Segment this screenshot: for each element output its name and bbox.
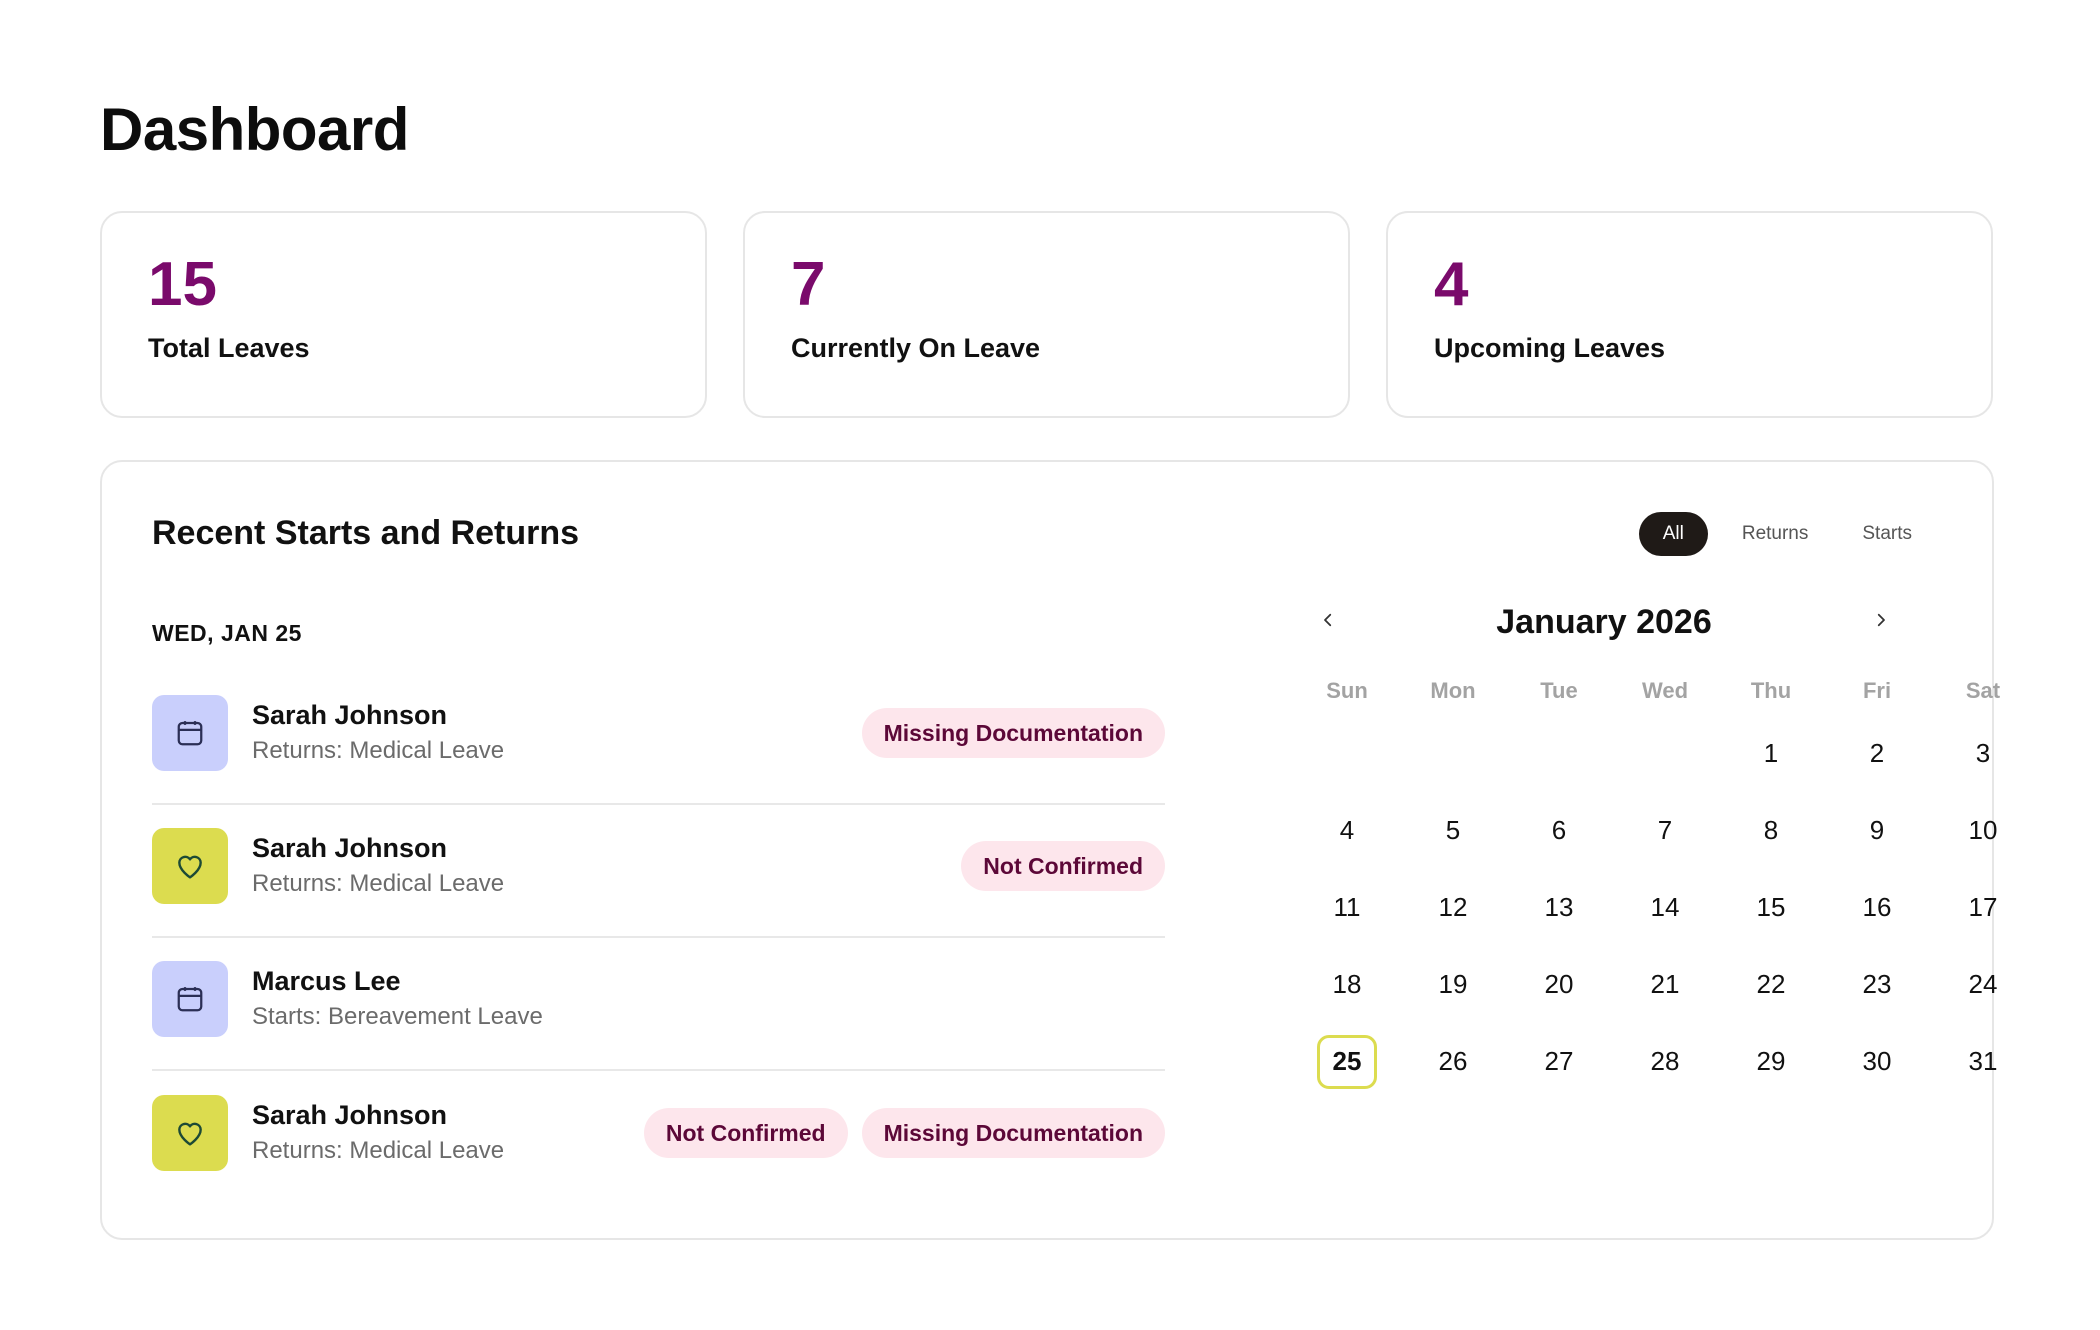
calendar-day[interactable]: 22 — [1718, 946, 1824, 1023]
calendar-day[interactable]: 28 — [1612, 1023, 1718, 1100]
calendar-day[interactable]: 8 — [1718, 792, 1824, 869]
calendar-day[interactable]: 9 — [1824, 792, 1930, 869]
badge-group: Not Confirmed — [961, 840, 1165, 891]
calendar-day[interactable]: 16 — [1824, 869, 1930, 946]
calendar-day[interactable]: 5 — [1400, 792, 1506, 869]
calendar-day[interactable]: 23 — [1824, 946, 1930, 1023]
calendar-day[interactable]: 2 — [1824, 715, 1930, 792]
calendar-blank — [1400, 715, 1506, 792]
badge-group: Not Confirmed Missing Documentation — [643, 1107, 1165, 1158]
weekday-label: Mon — [1430, 678, 1476, 703]
stat-label: Total Leaves — [148, 333, 310, 363]
panel-title: Recent Starts and Returns — [152, 514, 579, 552]
list-item[interactable]: Sarah Johnson Returns: Medical Leave Mis… — [152, 672, 1165, 805]
badge-group: Missing Documentation — [861, 707, 1165, 758]
list-item[interactable]: Sarah Johnson Returns: Medical Leave Not… — [152, 805, 1165, 938]
status-badge: Missing Documentation — [861, 707, 1165, 758]
weekday-label: Fri — [1862, 678, 1892, 703]
page-title: Dashboard — [100, 96, 409, 163]
calendar-day[interactable]: 6 — [1506, 792, 1612, 869]
weekday-label: Wed — [1641, 678, 1689, 703]
weekday-label: Sun — [1326, 678, 1368, 703]
calendar-blank — [1294, 715, 1400, 792]
heart-icon — [152, 827, 228, 904]
calendar-day[interactable]: 26 — [1400, 1023, 1506, 1100]
status-badge: Not Confirmed — [643, 1107, 848, 1158]
employee-name: Sarah Johnson — [252, 832, 448, 863]
calendar-month-title: January 2026 — [1496, 603, 1712, 641]
recent-starts-returns-panel: Recent Starts and Returns All Returns St… — [100, 460, 2000, 1240]
calendar-day[interactable]: 13 — [1506, 869, 1612, 946]
filter-returns[interactable]: Returns — [1722, 512, 1829, 556]
calendar-day[interactable]: 11 — [1294, 869, 1400, 946]
employee-name: Sarah Johnson — [252, 699, 448, 730]
stat-card-currently-on-leave: 7 Currently On Leave — [743, 211, 1350, 418]
stat-card-upcoming-leaves: 4 Upcoming Leaves — [1386, 211, 1993, 418]
calendar-icon — [152, 960, 228, 1037]
calendar-day[interactable]: 19 — [1400, 946, 1506, 1023]
calendar-day[interactable]: 29 — [1718, 1023, 1824, 1100]
weekday-label: Sat — [1965, 678, 2001, 703]
employee-name: Sarah Johnson — [252, 1099, 448, 1130]
calendar-day[interactable]: 20 — [1506, 946, 1612, 1023]
leave-list: Sarah Johnson Returns: Medical Leave Mis… — [152, 672, 1165, 1204]
stat-card-total-leaves: 15 Total Leaves — [100, 211, 707, 418]
calendar-blank — [1506, 715, 1612, 792]
date-heading: WED, JAN 25 — [152, 620, 302, 646]
calendar-day[interactable]: 30 — [1824, 1023, 1930, 1100]
filter-starts[interactable]: Starts — [1842, 512, 1932, 556]
status-badge: Not Confirmed — [961, 840, 1165, 891]
filter-tabs: All Returns Starts — [1638, 512, 1932, 556]
calendar-blank — [1612, 715, 1718, 792]
filter-all[interactable]: All — [1638, 512, 1708, 556]
calendar-day[interactable]: 17 — [1930, 869, 2036, 946]
calendar: January 2026 Sun Mon Tue Wed Thu Fri Sat 1 2 3 4 5 6… — [1264, 587, 2000, 1100]
list-item[interactable]: Sarah Johnson Returns: Medical Leave Not… — [152, 1071, 1165, 1204]
calendar-day[interactable]: 1 — [1718, 715, 1824, 792]
list-item[interactable]: Marcus Lee Starts: Bereavement Leave — [152, 938, 1165, 1071]
employee-name: Marcus Lee — [252, 965, 401, 996]
calendar-grid: Sun Mon Tue Wed Thu Fri Sat 1 2 3 4 5 6 7 8 9 10 11 12 13 14… — [1294, 667, 2000, 1100]
calendar-day[interactable]: 3 — [1930, 715, 2036, 792]
leave-type: Returns: Medical Leave — [252, 869, 505, 897]
calendar-icon — [152, 694, 228, 771]
heart-icon — [152, 1094, 228, 1171]
calendar-day-selected[interactable]: 25 — [1294, 1023, 1400, 1100]
leave-type: Returns: Medical Leave — [252, 736, 505, 764]
stats-row: 15 Total Leaves 7 Currently On Leave 4 U… — [100, 211, 2000, 418]
status-badge: Missing Documentation — [861, 1107, 1165, 1158]
stat-value: 4 — [1434, 250, 1469, 319]
leave-type: Returns: Medical Leave — [252, 1136, 505, 1164]
calendar-header: January 2026 — [1264, 587, 1904, 667]
calendar-day[interactable]: 31 — [1930, 1023, 2036, 1100]
calendar-day[interactable]: 14 — [1612, 869, 1718, 946]
stat-value: 15 — [148, 250, 217, 319]
weekday-label: Thu — [1750, 678, 1792, 703]
stat-value: 7 — [791, 250, 826, 319]
chevron-right-icon[interactable] — [1866, 605, 1896, 635]
weekday-label: Tue — [1540, 678, 1578, 703]
calendar-day[interactable]: 12 — [1400, 869, 1506, 946]
calendar-day[interactable]: 18 — [1294, 946, 1400, 1023]
calendar-day[interactable]: 10 — [1930, 792, 2036, 869]
calendar-day[interactable]: 7 — [1612, 792, 1718, 869]
calendar-day[interactable]: 27 — [1506, 1023, 1612, 1100]
stat-label: Currently On Leave — [791, 333, 1041, 363]
stat-label: Upcoming Leaves — [1434, 333, 1666, 363]
calendar-day[interactable]: 24 — [1930, 946, 2036, 1023]
calendar-day[interactable]: 15 — [1718, 869, 1824, 946]
calendar-day[interactable]: 21 — [1612, 946, 1718, 1023]
leave-type: Starts: Bereavement Leave — [252, 1002, 543, 1030]
calendar-day[interactable]: 4 — [1294, 792, 1400, 869]
